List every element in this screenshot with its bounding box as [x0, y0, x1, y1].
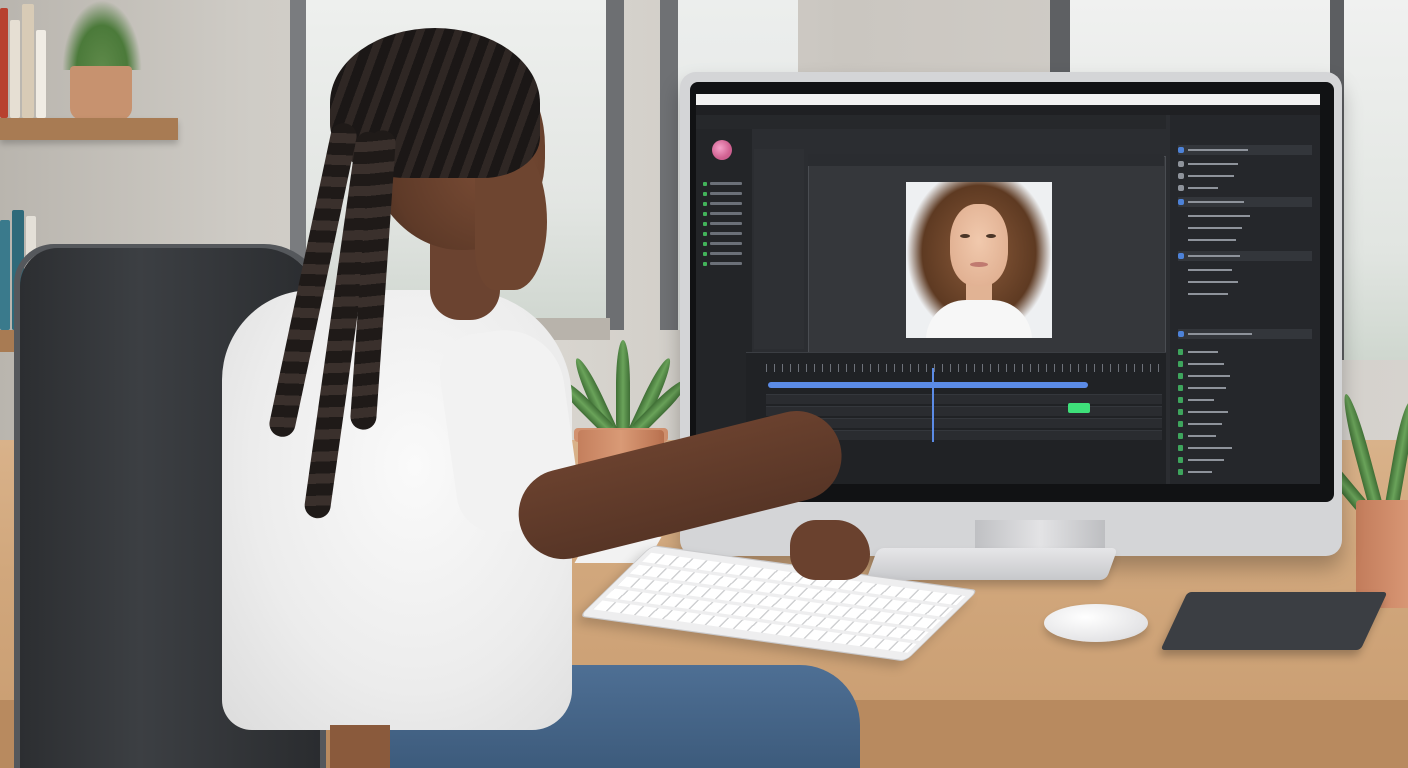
shelf-books	[0, 0, 60, 118]
options-bar[interactable]	[696, 115, 1166, 129]
portrait-photo[interactable]	[906, 182, 1052, 338]
wall-shelf	[0, 118, 178, 140]
shelf-pot	[70, 66, 132, 120]
layers-panel[interactable]	[754, 149, 804, 349]
shelf-plant	[62, 0, 142, 70]
playhead-icon[interactable]	[932, 368, 934, 442]
belt	[330, 725, 390, 768]
desk-plant	[554, 330, 692, 443]
mouse[interactable]	[1044, 604, 1148, 642]
timeline-track[interactable]	[766, 394, 1162, 404]
app-toolbar[interactable]	[696, 105, 1320, 115]
avatar-icon[interactable]	[712, 140, 732, 160]
portrait-face	[950, 204, 1008, 286]
portrait-lips	[970, 262, 988, 267]
timeline-track[interactable]	[766, 406, 1162, 416]
app-menubar[interactable]	[696, 94, 1320, 105]
timeline-ruler[interactable]	[766, 364, 1162, 372]
monitor-stand-foot	[866, 548, 1118, 580]
right-plant	[1301, 370, 1408, 515]
timeline-clip[interactable]	[768, 382, 1088, 388]
timeline-clip-end[interactable]	[1068, 403, 1090, 413]
rail-list[interactable]	[696, 174, 752, 294]
notebook	[1160, 592, 1388, 650]
canvas-toolbar[interactable]	[808, 154, 1164, 166]
properties-panel[interactable]	[1170, 115, 1320, 484]
hand	[790, 520, 870, 580]
portrait-eye	[960, 234, 970, 238]
portrait-eye	[986, 234, 996, 238]
